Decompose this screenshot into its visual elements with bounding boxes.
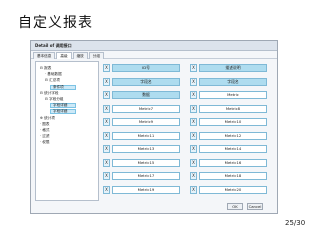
field-marker[interactable]: X	[103, 91, 110, 99]
field-marker[interactable]: X	[190, 158, 197, 167]
field-marker[interactable]: X	[103, 118, 110, 126]
field-marker[interactable]: X	[103, 77, 110, 86]
field-marker[interactable]: X	[190, 91, 197, 99]
tree-node[interactable]: 字段详细	[50, 109, 76, 115]
tree-node[interactable]: ⊟ 汇总项	[45, 78, 60, 83]
field-tree[interactable]: ⊟ 报表 · 基础数据 ⊟ 汇总项 条件项 ⊟ 统计字段 ⊟ 字段分组 字段详细 字段详细 ⊕ …	[35, 61, 99, 201]
page-number: 25/30	[285, 219, 306, 227]
grid-row: X Metric9 X Metric10	[103, 118, 275, 126]
grid-row: X 数据 X Metric	[103, 91, 275, 99]
field-input[interactable]: 描述说明	[199, 64, 267, 72]
field-input[interactable]: Metric20	[199, 185, 267, 194]
field-grid: X ID号 X 描述说明 X 字段名 X 字段名 X 数据 X Metric X Metric7 X Metr…	[103, 61, 275, 201]
field-input[interactable]: Metric13	[112, 145, 180, 153]
field-marker[interactable]: X	[103, 104, 110, 113]
field-marker[interactable]: X	[103, 172, 110, 180]
field-input[interactable]: Metric10	[199, 118, 267, 126]
grid-row: X ID号 X 描述说明	[103, 64, 275, 72]
tree-node[interactable]: · 格式	[40, 128, 49, 133]
field-input[interactable]: Metric8	[199, 104, 267, 113]
tab-2[interactable]: 缩放	[72, 52, 88, 59]
field-input[interactable]: 数据	[112, 91, 180, 99]
field-marker[interactable]: X	[190, 64, 197, 72]
field-marker[interactable]: X	[103, 185, 110, 194]
field-marker[interactable]: X	[190, 185, 197, 194]
grid-row: X Metric19 X Metric20	[103, 185, 275, 194]
field-input[interactable]: Metric19	[112, 185, 180, 194]
field-input[interactable]: Metric7	[112, 104, 180, 113]
field-marker[interactable]: X	[190, 104, 197, 113]
field-input[interactable]: Metric14	[199, 145, 267, 153]
grid-row: X Metric11 X Metric12	[103, 131, 275, 140]
field-input[interactable]: Metric	[199, 91, 267, 99]
field-input[interactable]: 字段名	[199, 77, 267, 86]
field-input[interactable]: Metric9	[112, 118, 180, 126]
field-input[interactable]: Metric17	[112, 172, 180, 180]
field-marker[interactable]: X	[190, 172, 197, 180]
grid-row: X 字段名 X 字段名	[103, 77, 275, 86]
field-marker[interactable]: X	[190, 118, 197, 126]
field-input[interactable]: Metric11	[112, 131, 180, 140]
field-input[interactable]: Metric12	[199, 131, 267, 140]
tree-node[interactable]: · 图表	[40, 122, 49, 127]
dialog-tabs: 基本信息 高级 缩放 分组	[31, 51, 277, 59]
tree-node[interactable]: · 基础数据	[45, 72, 62, 77]
tree-node[interactable]: ⊟ 统计字段	[40, 91, 59, 96]
field-marker[interactable]: X	[103, 131, 110, 140]
field-input[interactable]: Metric18	[199, 172, 267, 180]
tree-node[interactable]: ⊕ 统计项	[40, 116, 55, 121]
slide-title: 自定义报表	[18, 15, 93, 31]
tab-0[interactable]: 基本信息	[33, 52, 56, 59]
field-input[interactable]: Metric15	[112, 158, 180, 167]
field-marker[interactable]: X	[103, 64, 110, 72]
field-marker[interactable]: X	[103, 145, 110, 153]
dialog-title: Detail of 调用接口	[31, 41, 277, 51]
grid-row: X Metric15 X Metric16	[103, 158, 275, 167]
field-input[interactable]: 字段名	[112, 77, 180, 86]
tree-node[interactable]: · 权限	[40, 140, 49, 145]
grid-row: X Metric7 X Metric8	[103, 104, 275, 113]
cancel-button[interactable]: Cancel	[247, 203, 263, 210]
tree-node[interactable]: ⊟ 报表	[40, 66, 51, 71]
detail-dialog: Detail of 调用接口 基本信息 高级 缩放 分组 ⊟ 报表 · 基础数据 ⊟ 汇总…	[30, 40, 278, 214]
tab-3[interactable]: 分组	[88, 52, 104, 59]
field-input[interactable]: ID号	[112, 64, 180, 72]
tree-node[interactable]: 条件项	[50, 84, 76, 90]
ok-button[interactable]: OK	[227, 203, 243, 210]
field-marker[interactable]: X	[190, 77, 197, 86]
tree-node[interactable]: ⊟ 字段分组	[45, 97, 64, 102]
tab-1[interactable]: 高级	[56, 52, 72, 59]
tree-node[interactable]: · 过滤	[40, 134, 49, 139]
field-marker[interactable]: X	[190, 131, 197, 140]
field-marker[interactable]: X	[190, 145, 197, 153]
grid-row: X Metric13 X Metric14	[103, 145, 275, 153]
field-input[interactable]: Metric16	[199, 158, 267, 167]
grid-row: X Metric17 X Metric18	[103, 172, 275, 180]
tree-node[interactable]: 字段详细	[50, 103, 76, 109]
field-marker[interactable]: X	[103, 158, 110, 167]
